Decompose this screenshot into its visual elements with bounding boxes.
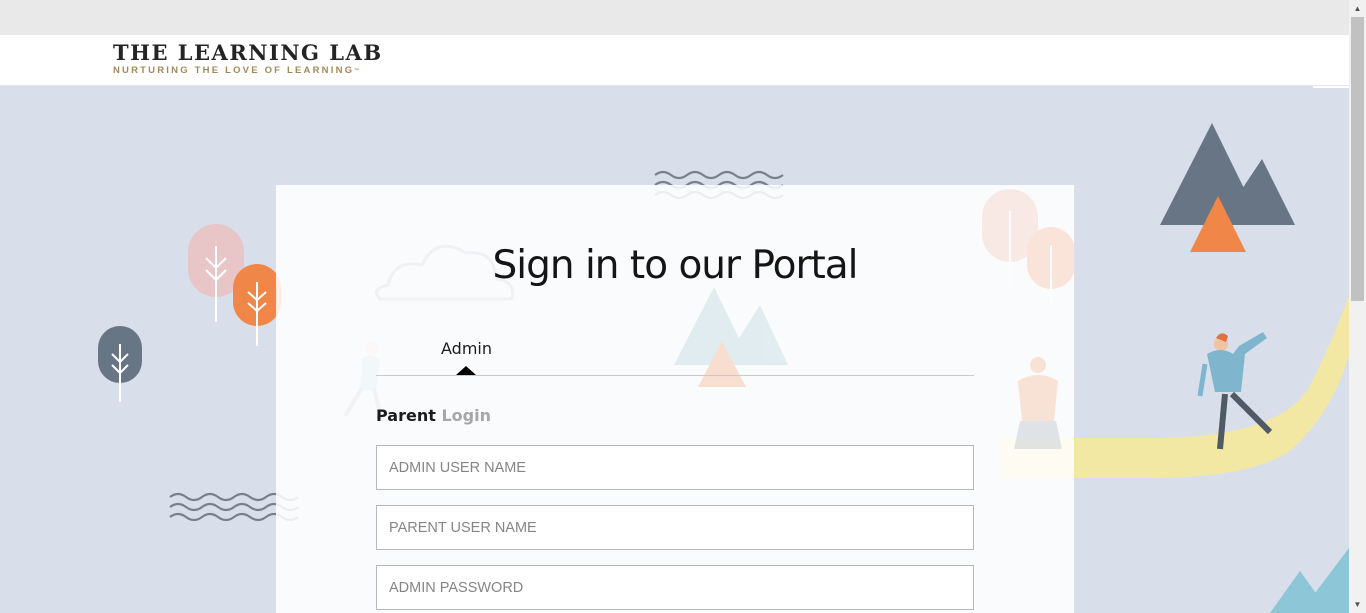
scroll-up-arrow-icon[interactable]: ▲: [1349, 0, 1366, 17]
logo-trademark: ™: [354, 68, 360, 74]
scrollbar-thumb[interactable]: [1351, 17, 1364, 301]
parent-username-input[interactable]: [376, 505, 974, 550]
admin-username-input[interactable]: [376, 445, 974, 490]
tree-orange-icon: [233, 264, 281, 346]
winding-path-icon: [1074, 296, 1349, 478]
login-heading-login: Login: [441, 406, 491, 425]
small-mountains-icon: [1270, 548, 1349, 613]
logo-tagline-text: NURTURING THE LOVE OF LEARNING: [113, 65, 355, 76]
login-heading: Parent Login: [376, 406, 491, 425]
admin-password-input[interactable]: [376, 565, 974, 610]
tab-divider: [376, 375, 974, 376]
tab-active-caret-icon: [456, 366, 476, 375]
mountains-icon: [1160, 123, 1295, 252]
page-title: Sign in to our Portal: [492, 243, 858, 288]
logo-tagline: NURTURING THE LOVE OF LEARNING™: [113, 65, 383, 77]
scroll-down-arrow-icon[interactable]: ▼: [1349, 596, 1366, 613]
browser-toolbar-strip: [0, 0, 1349, 35]
logo-title: THE LEARNING LAB: [113, 40, 383, 65]
faint-mountains-icon: [674, 287, 788, 387]
page-scrollbar[interactable]: ▲ ▼: [1349, 0, 1366, 613]
login-card: Sign in to our Portal Admin Parent Login: [276, 185, 1074, 613]
tab-admin[interactable]: Admin: [441, 339, 492, 358]
faint-person-icon: [1014, 357, 1062, 449]
site-logo[interactable]: THE LEARNING LAB NURTURING THE LOVE OF L…: [113, 42, 383, 77]
tree-slate-icon: [98, 326, 142, 402]
login-heading-parent: Parent: [376, 406, 436, 425]
site-header: THE LEARNING LAB NURTURING THE LOVE OF L…: [0, 35, 1349, 86]
